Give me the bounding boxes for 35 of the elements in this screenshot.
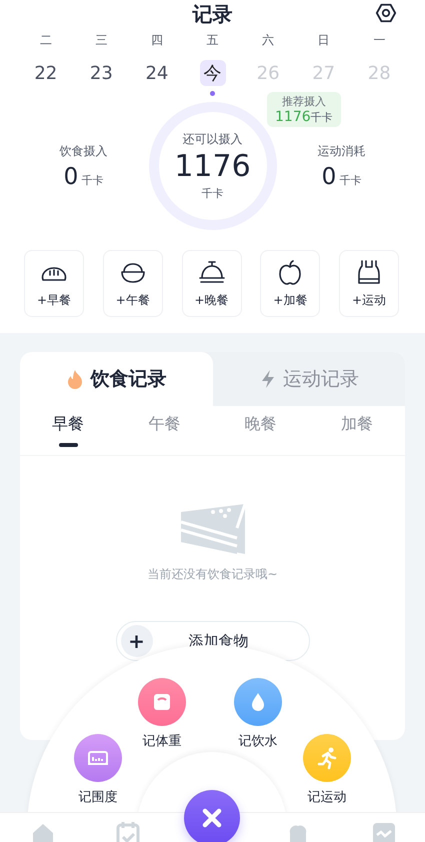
unit-label: 千卡 [310,110,333,125]
date-item[interactable]: 24 [144,60,170,86]
unit-label: 千卡 [202,186,224,201]
date-item[interactable]: 今 [200,60,226,86]
record-tab[interactable]: 饮食记录 [20,352,212,406]
weekday-label: 六 [262,32,274,49]
burned-value: 0 [322,164,336,190]
meal-tab[interactable]: 早餐 [20,406,116,455]
radial-menu-item[interactable]: 记饮水 [223,678,293,750]
date-item[interactable]: 22 [32,60,59,86]
weekday-label: 二 [40,32,52,49]
burned-label: 运动消耗 [318,142,366,160]
empty-message: 当前还没有饮食记录哦~ [147,566,278,583]
recommended-value: 1176 [275,109,311,125]
plus-icon: + [120,625,152,657]
intake-value: 0 [64,164,78,190]
intake-label: 饮食摄入 [60,142,108,160]
unit-label: 千卡 [81,172,104,188]
quick-add-button[interactable]: +运动 [339,250,399,317]
weekday-label: 日 [318,32,330,49]
quick-add-button[interactable]: +早餐 [24,250,84,317]
remaining-value: 1176 [174,150,251,184]
unit-label: 千卡 [339,172,362,188]
quick-add-button[interactable]: +晚餐 [182,250,242,317]
quick-add-button[interactable]: +加餐 [260,250,320,317]
page-title: 记录 [192,2,232,26]
weekday-label: 一 [373,32,386,49]
quick-add-button[interactable]: +午餐 [102,250,163,317]
weekday-label: 三 [95,32,108,49]
radial-menu-item[interactable]: 记运动 [292,734,362,806]
date-item[interactable]: 23 [88,60,114,86]
remaining-label: 还可以摄入 [182,131,242,148]
weekday-label: 四 [150,32,163,49]
weekday-label: 五 [206,32,219,49]
recommended-label: 推荐摄入 [282,94,326,109]
